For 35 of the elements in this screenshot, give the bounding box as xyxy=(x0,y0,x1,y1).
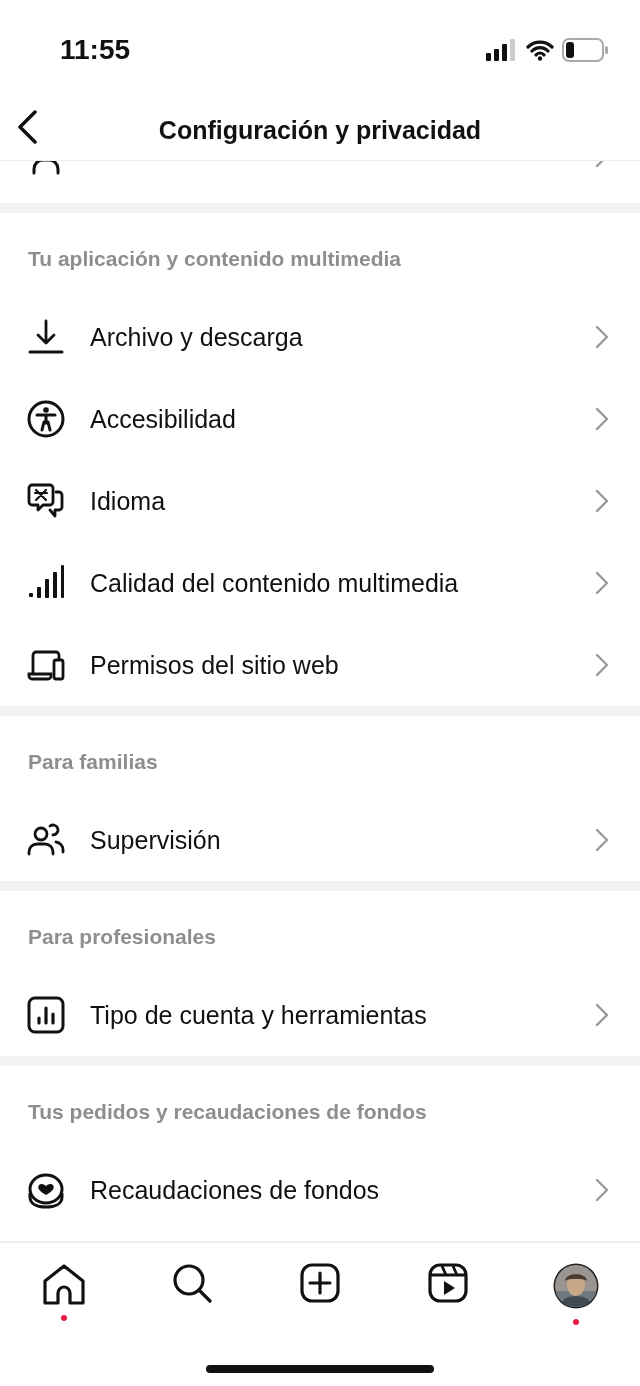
section-title: Tus pedidos y recaudaciones de fondos xyxy=(27,1099,428,1125)
translate-icon xyxy=(27,482,65,520)
chevron-right-icon xyxy=(595,571,609,595)
download-icon xyxy=(27,318,65,356)
cellular-signal-icon xyxy=(486,39,518,61)
accessibility-icon xyxy=(27,400,65,438)
chevron-right-icon xyxy=(595,828,609,852)
screen-title: Configuración y privacidad xyxy=(158,115,482,145)
create-post-icon[interactable] xyxy=(300,1263,340,1303)
heart-coin-icon xyxy=(27,1171,65,1209)
search-icon[interactable] xyxy=(172,1263,212,1303)
menu-item[interactable]: Archivo y descarga xyxy=(90,322,595,352)
home-icon[interactable] xyxy=(42,1263,86,1305)
menu-item[interactable]: Tipo de cuenta y herramientas xyxy=(90,1000,595,1030)
chevron-right-icon xyxy=(595,1003,609,1027)
status-time: 11:55 xyxy=(60,34,131,66)
chevron-right-icon xyxy=(595,407,609,431)
menu-item[interactable]: Idioma xyxy=(90,486,595,516)
chart-box-icon xyxy=(27,996,65,1034)
battery-icon xyxy=(562,38,608,62)
menu-item[interactable]: Permisos del sitio web xyxy=(90,650,595,680)
reels-icon[interactable] xyxy=(428,1263,468,1303)
chevron-right-icon xyxy=(595,653,609,677)
menu-item[interactable]: Supervisión xyxy=(90,825,595,855)
section-title: Para familias xyxy=(27,749,159,775)
chevron-right-icon xyxy=(595,489,609,513)
menu-item[interactable]: Recaudaciones de fondos xyxy=(90,1175,595,1205)
menu-item[interactable]: Accesibilidad xyxy=(90,404,595,434)
wifi-icon xyxy=(526,39,554,61)
menu-item[interactable]: Calidad del contenido multimedia xyxy=(90,568,595,598)
chevron-right-icon xyxy=(595,325,609,349)
back-icon[interactable] xyxy=(16,110,38,144)
chevron-right-icon xyxy=(595,1178,609,1202)
section-title: Tu aplicación y contenido multimedia xyxy=(27,246,402,272)
section-title: Para profesionales xyxy=(27,924,217,950)
